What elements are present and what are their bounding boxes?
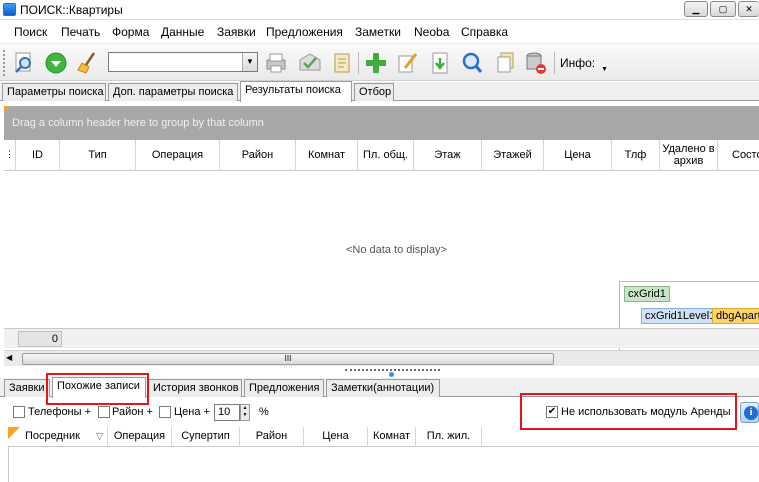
tab-notes[interactable]: Заметки(аннотации) [326, 379, 440, 397]
documents-icon[interactable] [494, 51, 518, 75]
combo-dropdown-icon[interactable]: ▼ [242, 53, 257, 71]
grid-node[interactable]: cxGrid1 [624, 286, 670, 302]
column-header-district[interactable]: Район [220, 140, 296, 171]
price-spin-icon[interactable]: ▲ ▼ [240, 404, 250, 421]
column-header-total-area[interactable]: Пл. общ. [358, 140, 414, 171]
menu-neoba[interactable]: Neoba [414, 25, 449, 39]
column-header-broker-label: Посредник [25, 430, 80, 442]
group-panel-corner [4, 106, 10, 112]
column-header-price[interactable]: Цена [544, 140, 612, 171]
column-header-floors[interactable]: Этажей [482, 140, 544, 171]
menu-search[interactable]: Поиск [14, 25, 47, 39]
column-header-operation[interactable]: Операция [136, 140, 220, 171]
record-count: 0 [18, 331, 62, 347]
search-tabs: Параметры поиска Доп. параметры поиска Р… [0, 81, 759, 102]
no-data-text: <No data to display> [346, 244, 447, 256]
check-mail-icon[interactable] [298, 51, 322, 75]
percent-label: % [259, 406, 269, 418]
tab-offers[interactable]: Предложения [244, 379, 324, 397]
scroll-left-icon[interactable]: ◀ [6, 353, 12, 362]
menu-data[interactable]: Данные [161, 25, 204, 39]
group-by-panel[interactable]: Drag a column header here to group by th… [4, 106, 759, 140]
column-header-price[interactable]: Цена [304, 427, 368, 447]
price-checkbox[interactable] [159, 406, 171, 418]
tab-requests[interactable]: Заявки [4, 379, 50, 397]
menu-print[interactable]: Печать [61, 25, 100, 39]
tab-search-params[interactable]: Параметры поиска [2, 83, 106, 101]
toolbar-separator [554, 52, 555, 74]
column-header-phone[interactable]: Тлф [612, 140, 660, 171]
minimize-button[interactable]: ▁ [684, 1, 708, 17]
toolbar: ▼ Инфо: ▼ [0, 43, 759, 81]
column-chooser-icon[interactable]: ⋮ [4, 140, 16, 171]
printer-icon[interactable] [264, 51, 288, 75]
edit-pencil-icon[interactable] [396, 51, 420, 75]
download-arrow-icon[interactable] [44, 51, 68, 75]
column-header-rooms[interactable]: Комнат [368, 427, 416, 447]
tab-call-history[interactable]: История звонков [148, 379, 242, 397]
column-header-type[interactable]: Тип [60, 140, 136, 171]
info-label: Инфо: [560, 56, 596, 70]
highlight-box [520, 393, 737, 430]
phones-checkbox[interactable] [13, 406, 25, 418]
maximize-button[interactable]: ▢ [710, 1, 736, 17]
broom-clear-icon[interactable] [76, 51, 100, 75]
highlight-box [46, 373, 149, 405]
view-node[interactable]: dbgApart [712, 308, 759, 324]
column-header-broker[interactable]: Посредник ▽ [8, 427, 108, 447]
database-delete-icon[interactable] [524, 51, 548, 75]
district-checkbox[interactable] [98, 406, 110, 418]
menu-form[interactable]: Форма [112, 25, 149, 39]
column-header-id[interactable]: ID [16, 140, 60, 171]
tab-search-results[interactable]: Результаты поиска [240, 81, 352, 102]
close-button[interactable]: ✕ [738, 1, 759, 17]
app-icon [3, 3, 16, 16]
column-header-status[interactable]: Состо [718, 140, 759, 171]
filter-icon[interactable]: ▽ [96, 427, 103, 446]
info-button[interactable]: i [740, 402, 759, 423]
column-header-floor[interactable]: Этаж [414, 140, 482, 171]
phones-label: Телефоны + [28, 406, 92, 418]
similar-grid-header: Посредник ▽ Операция Супертип Район Цена… [8, 427, 759, 447]
menu-requests[interactable]: Заявки [217, 25, 256, 39]
search-document-icon[interactable] [12, 51, 36, 75]
magnifier-icon[interactable] [460, 51, 484, 75]
column-header-archived[interactable]: Удалено в архив [660, 140, 718, 171]
export-down-icon[interactable] [428, 51, 452, 75]
tab-selection[interactable]: Отбор [354, 83, 394, 101]
info-icon: i [744, 406, 758, 420]
form-icon[interactable] [330, 51, 354, 75]
district-label: Район + [112, 406, 153, 418]
menu-offers[interactable]: Предложения [266, 25, 343, 39]
splitter-pin-icon [389, 372, 394, 377]
column-header-supertype[interactable]: Супертип [172, 427, 240, 447]
grid-footer: 0 [4, 328, 759, 348]
window-title: ПОИСК::Квартиры [20, 3, 123, 17]
column-header-living-area[interactable]: Пл. жил. [416, 427, 482, 447]
info-dropdown-icon[interactable]: ▼ [601, 66, 608, 73]
level-node[interactable]: cxGrid1Level1 [641, 308, 720, 324]
menu-bar: Поиск Печать Форма Данные Заявки Предлож… [0, 21, 759, 42]
add-plus-icon[interactable] [364, 51, 388, 75]
menu-notes[interactable]: Заметки [355, 25, 401, 39]
price-label: Цена + [174, 406, 210, 418]
title-bar: ПОИСК::Квартиры ▁ ▢ ✕ [0, 0, 759, 20]
results-grid-header: ⋮ ID Тип Операция Район Комнат Пл. общ. … [4, 140, 759, 171]
search-combo[interactable]: ▼ [108, 52, 258, 72]
column-header-district[interactable]: Район [240, 427, 304, 447]
toolbar-grip[interactable] [3, 50, 6, 76]
toolbar-separator [358, 52, 359, 74]
menu-help[interactable]: Справка [461, 25, 508, 39]
price-percent-input[interactable]: 10 [214, 404, 240, 421]
tab-extra-params[interactable]: Доп. параметры поиска [108, 83, 238, 101]
column-header-operation[interactable]: Операция [108, 427, 172, 447]
column-header-rooms[interactable]: Комнат [296, 140, 358, 171]
scrollbar-thumb[interactable]: III [22, 353, 554, 365]
group-by-hint: Drag a column header here to group by th… [12, 117, 264, 129]
similar-grid-body [8, 447, 759, 482]
horizontal-scrollbar[interactable]: ◀ III [4, 350, 759, 366]
